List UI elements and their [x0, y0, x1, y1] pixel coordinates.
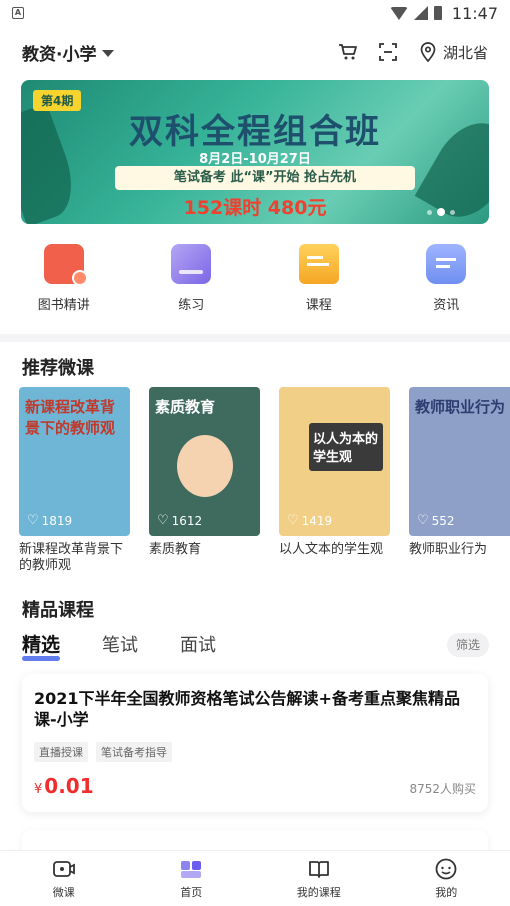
- thumb-caption: 素质教育: [155, 398, 216, 416]
- book-icon: [43, 244, 88, 286]
- thumb-caption: 新课程改革背景下的教师观: [25, 398, 116, 437]
- currency-symbol: ¥: [34, 782, 43, 797]
- nav-label: 我的: [435, 885, 458, 899]
- micro-lesson-thumbnail: 新课程改革背景下的教师观 ♡ 1819: [19, 387, 130, 536]
- news-icon: [426, 244, 467, 284]
- like-count: ♡ 1612: [157, 513, 202, 528]
- course-icon: [298, 244, 339, 284]
- cart-icon[interactable]: [337, 41, 359, 63]
- micro-lesson-title: 素质教育: [149, 542, 202, 557]
- carousel-dot: [450, 209, 455, 215]
- battery-icon: [433, 6, 442, 20]
- carousel-indicator: [427, 208, 455, 216]
- quick-entry-practice[interactable]: 练习: [128, 244, 256, 318]
- quick-entry-label: 资讯: [433, 298, 460, 313]
- recommended-section-title: 推荐微课: [22, 358, 94, 379]
- micro-lesson-title: 新课程改革背景下的教师观: [19, 542, 124, 573]
- micro-lesson-card[interactable]: 素质教育 ♡ 1612 素质教育: [149, 387, 260, 574]
- scan-icon[interactable]: [377, 41, 399, 63]
- course-tags: 直播授课 笔试备考指导: [34, 742, 476, 762]
- bottom-nav: 微课 首页 我的课程 我的: [0, 850, 510, 906]
- like-count-value: 1419: [301, 513, 333, 528]
- quick-entry-label: 图书精讲: [37, 298, 90, 313]
- home-icon: [181, 860, 202, 878]
- quick-entry-label: 课程: [305, 298, 332, 313]
- my-course-icon: [308, 860, 329, 878]
- heart-icon: ♡: [287, 513, 299, 528]
- nav-micro-lessons[interactable]: 微课: [0, 851, 128, 906]
- like-count-value: 552: [431, 513, 455, 528]
- practice-icon: [171, 244, 212, 284]
- tab-featured[interactable]: 精选: [22, 630, 61, 661]
- banner-slogan: 笔试备考 此“课”开始 抢占先机: [115, 166, 415, 190]
- caret-down-icon: [102, 49, 115, 57]
- heart-icon: ♡: [157, 513, 169, 528]
- quick-entry-course[interactable]: 课程: [255, 244, 383, 318]
- micro-lesson-card[interactable]: 以人为本的学生观 ♡ 1419 以人文本的学生观: [279, 387, 390, 574]
- course-title: 2021下半年全国教师资格笔试公告解读+备考重点聚焦精品课-小学: [34, 689, 460, 729]
- teacher-illustration: [177, 435, 233, 497]
- signal-icon: [413, 6, 428, 20]
- carousel-dot: [427, 209, 432, 215]
- quick-entry-books[interactable]: 图书精讲: [0, 244, 128, 318]
- micro-lesson-list: 新课程改革背景下的教师观 ♡ 1819 新课程改革背景下的教师观 素质教育 ♡ 16…: [19, 387, 510, 574]
- micro-lesson-thumbnail: 以人为本的学生观 ♡ 1419: [279, 387, 390, 536]
- tab-written-exam[interactable]: 笔试: [102, 631, 138, 657]
- nav-label: 首页: [180, 885, 203, 899]
- premium-section-title: 精品课程: [22, 600, 94, 621]
- course-price-row: ¥ 0.01 8752人购买: [34, 774, 476, 798]
- banner-date: 8月2日-10月27日: [199, 152, 311, 167]
- course-price: 0.01: [44, 774, 94, 798]
- exam-type-label: 教资·小学: [22, 44, 97, 65]
- like-count: ♡ 1819: [27, 513, 72, 528]
- course-tabs: 精选 笔试 面试: [22, 630, 216, 661]
- like-count-value: 1819: [41, 513, 73, 528]
- quick-entry-news[interactable]: 资讯: [383, 244, 510, 318]
- nav-my-courses[interactable]: 我的课程: [255, 851, 383, 906]
- exam-type-selector[interactable]: 教资·小学: [22, 40, 115, 65]
- video-icon: [52, 860, 75, 877]
- location-pin-icon: [417, 41, 439, 63]
- thumb-caption: 教师职业行为: [415, 398, 506, 416]
- thumb-caption: 以人为本的学生观: [313, 432, 379, 465]
- course-tag: 笔试备考指导: [96, 742, 172, 762]
- top-header: 教资·小学 湖北省: [0, 30, 510, 74]
- micro-lesson-card[interactable]: 教师职业行为 ♡ 552 教师职业行为: [409, 387, 510, 574]
- status-bar: A 11:47: [0, 0, 510, 26]
- micro-lesson-card[interactable]: 新课程改革背景下的教师观 ♡ 1819 新课程改革背景下的教师观: [19, 387, 130, 574]
- wifi-icon: [389, 6, 408, 20]
- course-card[interactable]: 2021下半年全国教师资格笔试公告解读+备考重点聚焦精品课-小学 直播授课 笔试…: [22, 674, 488, 812]
- buyer-count: 8752人购买: [409, 782, 476, 796]
- micro-lesson-title: 教师职业行为: [409, 542, 488, 557]
- heart-icon: ♡: [417, 513, 429, 528]
- profile-icon: [435, 858, 457, 879]
- like-count: ♡ 1419: [287, 513, 332, 528]
- like-count-value: 1612: [171, 513, 203, 528]
- banner-title: 双科全程组合班: [129, 112, 381, 152]
- header-actions: 湖北省: [337, 41, 488, 63]
- filter-button[interactable]: 筛选: [447, 633, 489, 657]
- like-count: ♡ 552: [417, 513, 455, 528]
- app-notification-icon: A: [12, 7, 24, 19]
- heart-icon: ♡: [27, 513, 39, 528]
- nav-profile[interactable]: 我的: [383, 851, 510, 906]
- micro-lesson-title: 以人文本的学生观: [279, 542, 384, 557]
- nav-home[interactable]: 首页: [128, 851, 256, 906]
- tab-interview[interactable]: 面试: [180, 631, 216, 657]
- nav-label: 我的课程: [296, 885, 341, 899]
- location-selector[interactable]: 湖北省: [417, 41, 488, 63]
- promo-banner[interactable]: 第4期 双科全程组合班 8月2日-10月27日 笔试备考 此“课”开始 抢占先机…: [21, 80, 489, 224]
- course-tag: 直播授课: [34, 742, 88, 762]
- quick-entry-bar: 图书精讲 练习 课程 资讯: [0, 244, 510, 318]
- banner-price: 152课时 480元: [183, 197, 327, 219]
- micro-lesson-thumbnail: 素质教育 ♡ 1612: [149, 387, 260, 536]
- nav-label: 微课: [52, 885, 75, 899]
- location-label: 湖北省: [442, 43, 488, 62]
- micro-lesson-thumbnail: 教师职业行为 ♡ 552: [409, 387, 510, 536]
- status-bar-right: 11:47: [389, 3, 498, 23]
- quick-entry-label: 练习: [178, 298, 205, 313]
- status-time: 11:47: [451, 3, 498, 23]
- section-divider: [0, 334, 510, 342]
- carousel-dot-active: [437, 208, 445, 216]
